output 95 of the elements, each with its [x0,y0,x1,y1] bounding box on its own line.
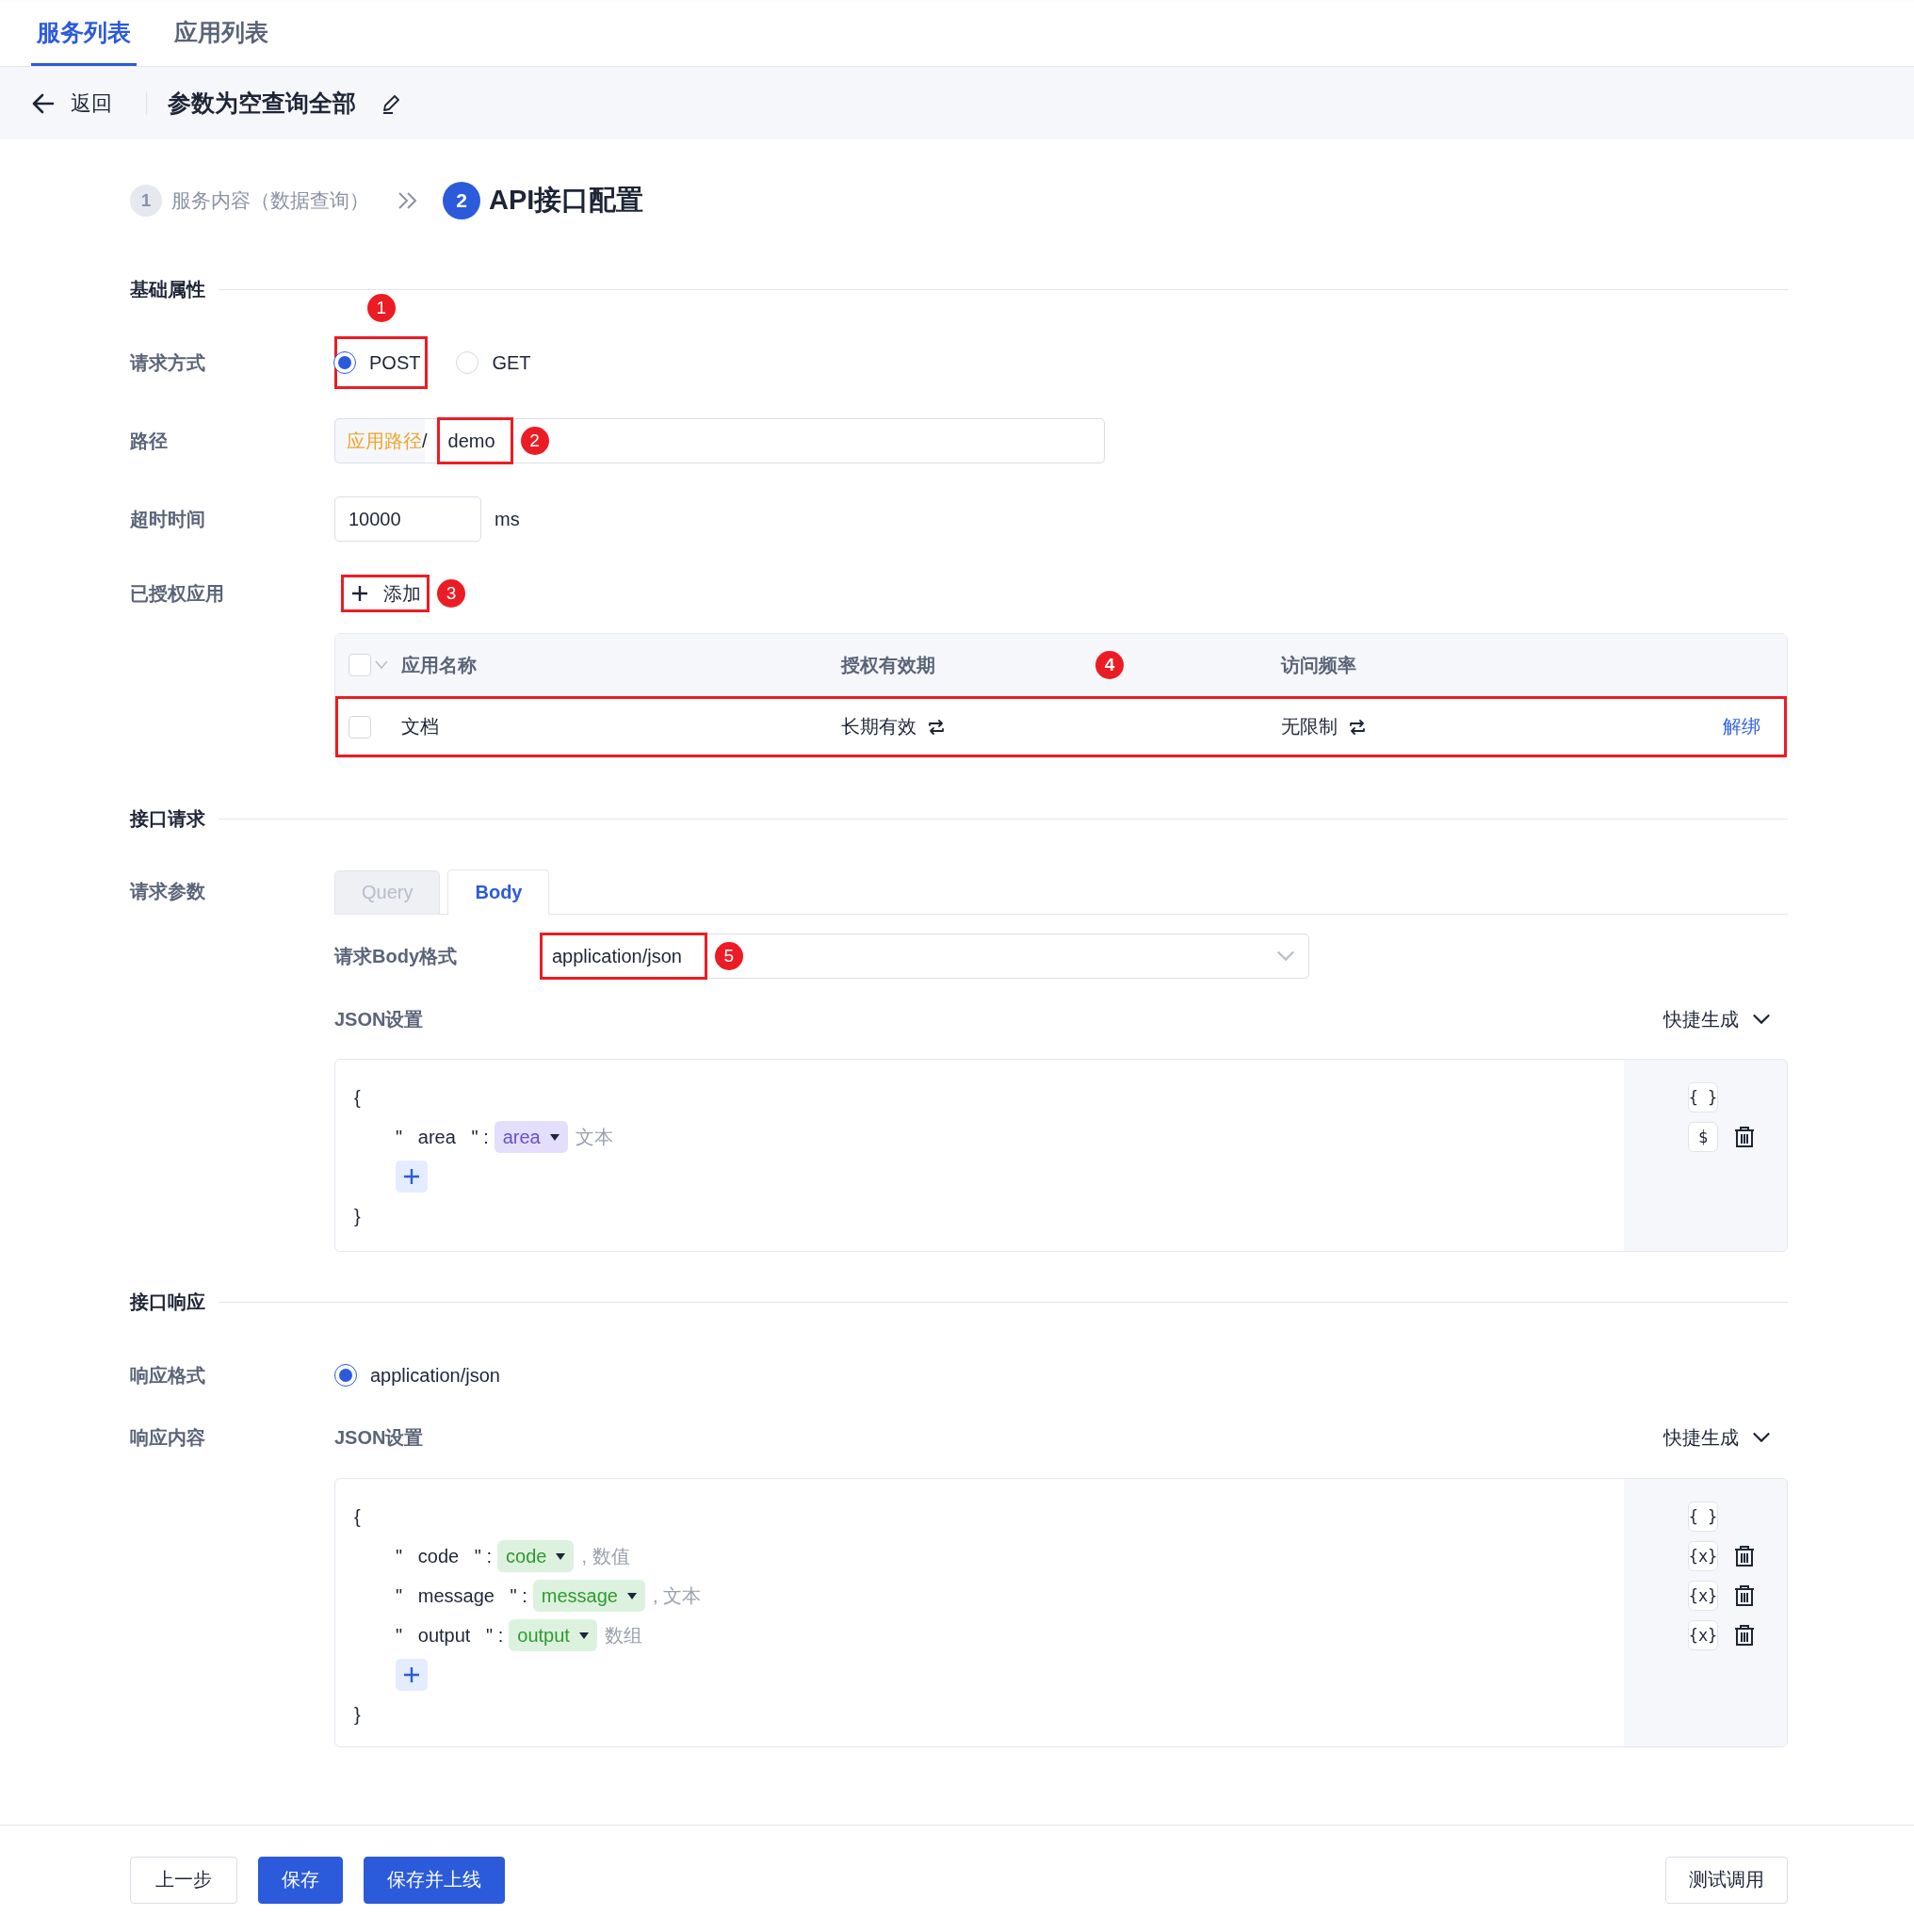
test-call-button[interactable]: 测试调用 [1665,1856,1788,1904]
field-label: 已授权应用 [130,581,224,606]
footer-button[interactable]: 保存 [258,1856,343,1904]
field-label: 响应内容 [130,1425,205,1450]
tab[interactable]: Body [447,869,550,915]
field-key: " message " : [396,1584,527,1607]
annotation-badge: 4 [1095,651,1124,679]
add-field-button[interactable] [396,1161,428,1193]
annotation-badge: 5 [714,942,743,970]
field-type: 数组 [604,1623,642,1648]
plus-icon [403,1168,420,1185]
object-button[interactable]: { } [1688,1502,1718,1532]
annotation-badge: 2 [520,427,549,455]
timeout-field[interactable]: 10000 [334,496,481,542]
unit-label: ms [495,508,520,530]
trash-icon[interactable] [1734,1545,1755,1567]
column-header: 应用名称 [401,654,477,675]
back-arrow-icon[interactable] [32,92,55,114]
path-value: demo [446,429,496,453]
quick-generate-dropdown[interactable]: 快捷生成 [1663,1006,1771,1032]
path-prefix: 应用路径 [347,429,422,453]
field-type-button[interactable]: {x} [1688,1541,1718,1571]
column-header: 访问频率 [1281,654,1356,675]
close-brace: } [354,1703,361,1726]
page-title: 参数为空查询全部 [168,89,356,118]
step-label: 服务内容（数据查询） [171,187,369,213]
caret-icon [375,660,388,670]
field-label: 请求方式 [130,350,205,375]
plus-icon [403,1666,420,1683]
field-label: JSON设置 [334,1007,424,1031]
path-separator: / [422,430,428,452]
table-cell-text: 无限制 [1281,715,1338,739]
field-label: 请求参数 [130,879,205,903]
table-cell: 文档 [401,716,439,737]
double-chevron-icon [397,190,418,210]
field-type: , 文本 [652,1583,702,1608]
object-button[interactable]: { } [1688,1082,1718,1112]
field-label: 请求Body格式 [334,944,458,968]
annotation-badge: 3 [437,579,465,608]
footer-button[interactable]: 上一步 [130,1856,237,1904]
trash-icon[interactable] [1734,1126,1755,1148]
footer-button[interactable]: 保存并上线 [364,1856,505,1904]
close-brace: } [354,1205,361,1227]
nav-tab[interactable]: 应用列表 [169,0,274,66]
field-type-button[interactable]: {x} [1688,1620,1718,1650]
dropdown-caret-icon [556,1552,566,1560]
field-label: JSON设置 [334,1425,424,1450]
field-label: 超时时间 [130,507,205,531]
dropdown-caret-icon [549,1133,560,1141]
step-label: API接口配置 [489,183,644,217]
section-title: 基础属性 [130,277,205,301]
open-brace: { [354,1086,361,1109]
checkbox[interactable] [349,715,371,739]
dropdown-caret-icon [578,1632,589,1639]
variable-dropdown[interactable]: area [494,1121,568,1153]
radio-label: POST [369,351,421,374]
dropdown-caret-icon [626,1592,637,1599]
selected-value: application/json [551,944,683,968]
field-type: 文本 [575,1125,613,1149]
format-select[interactable]: application/json 5 [540,934,1309,979]
checkbox[interactable] [349,654,371,676]
field-key: " area " : [396,1126,489,1148]
swap-icon[interactable] [928,719,945,735]
chevron-down-icon [1752,1013,1771,1026]
field-label: 响应格式 [130,1363,205,1388]
field-type-button[interactable]: $ [1688,1122,1718,1152]
swap-icon[interactable] [1349,719,1366,735]
section-title: 接口请求 [130,806,205,831]
field-type: , 数值 [581,1544,630,1568]
chevron-down-icon [1752,1431,1771,1444]
section-title: 接口响应 [130,1290,205,1314]
quick-generate-dropdown[interactable]: 快捷生成 [1663,1424,1771,1451]
radio-button[interactable] [333,351,356,374]
plus-icon [351,585,368,602]
field-key: " output " : [396,1624,504,1647]
table-row[interactable]: 文档 长期有效 无限制 解绑 [335,696,1787,757]
radio-label: application/json [370,1364,500,1387]
step-number: 2 [443,181,480,219]
trash-icon[interactable] [1734,1584,1755,1607]
add-field-button[interactable] [396,1659,428,1691]
table-cell-text: 长期有效 [841,715,916,739]
trash-icon[interactable] [1734,1624,1755,1647]
annotation-badge: 1 [366,294,396,322]
field-key: " code " : [396,1545,493,1567]
path-field[interactable]: 应用路径/ demo 2 [334,418,1105,463]
unbind-link[interactable]: 解绑 [1723,716,1760,737]
chevron-down-icon [1276,950,1295,963]
field-label: 路径 [130,429,168,453]
radio-button[interactable] [334,1364,357,1387]
field-type-button[interactable]: {x} [1688,1581,1718,1611]
radio-label: GET [492,351,531,374]
step-number: 1 [130,184,162,217]
open-brace: { [354,1505,361,1528]
column-header: 授权有效期 [841,654,935,675]
back-link[interactable]: 返回 [71,89,112,118]
